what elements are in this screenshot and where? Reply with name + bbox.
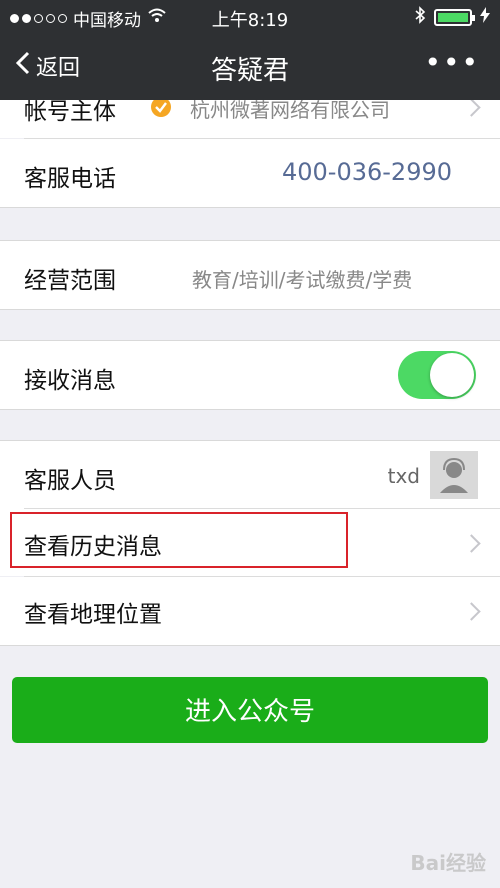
agent-label: 客服人员 [24,468,116,494]
highlight-box [10,512,348,568]
chevron-right-icon [462,98,481,117]
agent-row[interactable]: 客服人员 txd [0,440,500,509]
toggle-knob [430,353,474,397]
battery-icon [434,9,475,26]
charging-icon [480,7,490,28]
receive-messages-label: 接收消息 [24,368,116,394]
receive-messages-toggle[interactable] [398,351,476,399]
chevron-right-icon [462,534,481,553]
chevron-right-icon [462,602,481,621]
watermark: Bai经验 [410,851,486,875]
receive-messages-row: 接收消息 [0,340,500,410]
business-scope-label: 经营范围 [24,268,116,294]
service-phone-value[interactable]: 400-036-2990 [282,158,452,186]
more-icon[interactable]: ••• [424,46,480,79]
bluetooth-icon [414,6,426,29]
status-bar: 中国移动 上午8:19 [0,0,500,34]
service-phone-row: 客服电话 400-036-2990 [0,139,500,208]
business-scope-value: 教育/培训/考试缴费/学费 [192,268,413,292]
business-scope-row: 经营范围 教育/培训/考试缴费/学费 [0,240,500,310]
service-phone-label: 客服电话 [24,166,116,192]
location-label: 查看地理位置 [24,602,162,628]
avatar [430,451,478,499]
nav-bar: 返回 答疑君 ••• [0,34,500,100]
agent-name: txd [387,464,420,488]
status-right [414,6,490,29]
location-row[interactable]: 查看地理位置 [0,577,500,646]
enter-account-button[interactable]: 进入公众号 [12,677,488,743]
